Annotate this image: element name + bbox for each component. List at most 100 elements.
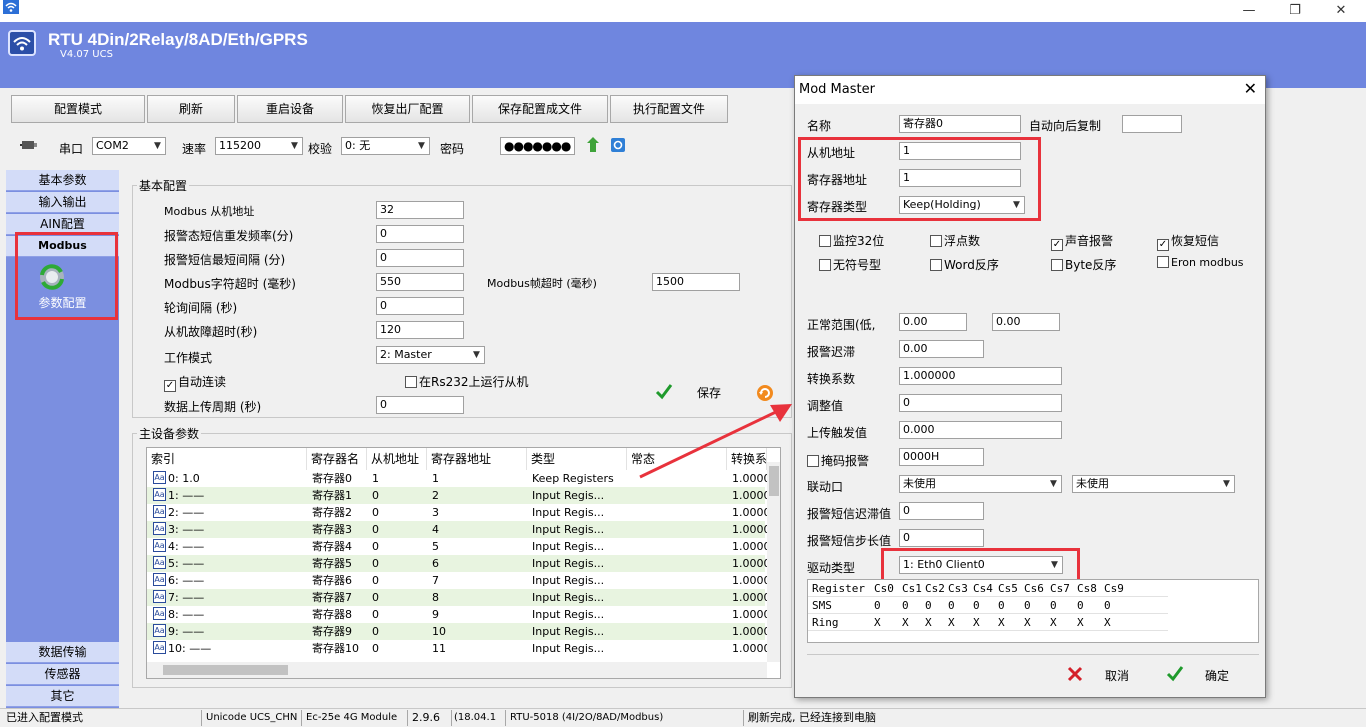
ok-icon[interactable] (1166, 664, 1184, 685)
grid-cell[interactable]: X (1024, 616, 1031, 629)
poll-interval-input[interactable]: 0 (376, 297, 464, 315)
col-slave-addr-header[interactable]: 从机地址 (367, 448, 427, 470)
nav-other[interactable]: 其它 (6, 686, 119, 707)
normal-high-input[interactable]: 0.00 (992, 313, 1060, 331)
eron-modbus-checkbox[interactable]: Eron modbus (1157, 256, 1244, 269)
grid-cell[interactable]: X (948, 616, 955, 629)
slave-fault-input[interactable]: 120 (376, 321, 464, 339)
table-row[interactable]: Aa 1: —— 寄存器1 0 2 Input Regis... 1.0000 (147, 487, 771, 504)
settings-icon[interactable] (610, 137, 626, 156)
name-input[interactable]: 寄存器0 (899, 115, 1021, 133)
table-cell-text: 寄存器8 (312, 608, 352, 621)
password-input[interactable]: ●●●●●●● (500, 137, 575, 155)
grid-cell[interactable]: X (998, 616, 1005, 629)
sound-alarm-checkbox[interactable]: ✓ 声音报警 (1051, 232, 1113, 251)
connect-arrow-icon[interactable] (586, 136, 602, 157)
save-config-file-button[interactable]: 保存配置成文件 (472, 95, 608, 123)
grid-cell[interactable]: 0 (1077, 599, 1084, 612)
nav-data-transfer[interactable]: 数据传输 (6, 642, 119, 663)
table-row[interactable]: Aa 3: —— 寄存器3 0 4 Input Regis... 1.0000 (147, 521, 771, 538)
unsigned-checkbox[interactable]: 无符号型 (819, 256, 881, 273)
grid-cell[interactable]: X (902, 616, 909, 629)
grid-cell[interactable]: Ring (812, 616, 839, 629)
monitor32-checkbox[interactable]: 监控32位 (819, 232, 884, 249)
mask-alarm-checkbox[interactable]: 掩码报警 (807, 452, 869, 469)
grid-cell[interactable]: 0 (874, 599, 881, 612)
auto-connect-checkbox[interactable]: ✓ 自动连读 (164, 373, 226, 392)
alarm-min-interval-input[interactable]: 0 (376, 249, 464, 267)
table-cell-text: 6: —— (168, 574, 205, 587)
conv-coef-input[interactable]: 1.000000 (899, 367, 1062, 385)
dialog-close-icon[interactable]: ✕ (1244, 79, 1257, 98)
grid-cell[interactable]: X (1050, 616, 1057, 629)
work-mode-select[interactable]: 2: Master ▼ (376, 346, 485, 364)
restore-button[interactable]: ❐ (1272, 0, 1318, 22)
grid-cell[interactable]: 0 (1050, 599, 1057, 612)
byte-reverse-checkbox[interactable]: Byte反序 (1051, 256, 1116, 273)
alarm-delay-input[interactable]: 0.00 (899, 340, 984, 358)
mask-alarm-input[interactable]: 0000H (899, 448, 984, 466)
nav-sensor[interactable]: 传感器 (6, 664, 119, 685)
nav-basic-params[interactable]: 基本参数 (6, 170, 119, 191)
close-button[interactable]: ✕ (1318, 0, 1364, 22)
table-row[interactable]: Aa 4: —— 寄存器4 0 5 Input Regis... 1.0000 (147, 538, 771, 555)
factory-reset-button[interactable]: 恢复出厂配置 (345, 95, 470, 123)
table-row[interactable]: Aa 10: —— 寄存器10 0 11 Input Regis... 1.0000 (147, 640, 771, 657)
grid-cell[interactable]: X (874, 616, 881, 629)
config-mode-button[interactable]: 配置模式 (11, 95, 145, 123)
cancel-button[interactable]: 取消 (1105, 667, 1129, 684)
col-reg-addr-header[interactable]: 寄存器地址 (427, 448, 527, 470)
grid-cell[interactable]: X (1104, 616, 1111, 629)
nav-io[interactable]: 输入输出 (6, 192, 119, 213)
grid-cell[interactable]: 0 (1104, 599, 1111, 612)
word-reverse-checkbox[interactable]: Word反序 (930, 256, 999, 273)
upload-period-input[interactable]: 0 (376, 396, 464, 414)
char-timeout-input[interactable]: 550 (376, 273, 464, 291)
link-port-select-2[interactable]: 未使用 ▼ (1072, 475, 1235, 493)
rs232-slave-checkbox[interactable]: 在Rs232上运行从机 (405, 373, 529, 390)
minimize-button[interactable]: — (1226, 0, 1272, 22)
table-row[interactable]: Aa 7: —— 寄存器7 0 8 Input Regis... 1.0000 (147, 589, 771, 606)
ok-button[interactable]: 确定 (1205, 667, 1229, 684)
col-type-header[interactable]: 类型 (527, 448, 627, 470)
parity-select[interactable]: 0: 无 ▼ (341, 137, 430, 155)
float-checkbox[interactable]: 浮点数 (930, 232, 980, 249)
grid-cell[interactable]: 0 (902, 599, 909, 612)
refresh-button[interactable]: 刷新 (147, 95, 235, 123)
table-row[interactable]: Aa 6: —— 寄存器6 0 7 Input Regis... 1.0000 (147, 572, 771, 589)
table-row[interactable]: Aa 5: —— 寄存器5 0 6 Input Regis... 1.0000 (147, 555, 771, 572)
grid-cell[interactable]: X (925, 616, 932, 629)
slave-addr-input[interactable]: 32 (376, 201, 464, 219)
restore-sms-checkbox[interactable]: ✓ 恢复短信 (1157, 232, 1219, 251)
baud-select[interactable]: 115200 ▼ (215, 137, 303, 155)
grid-cell[interactable]: 0 (948, 599, 955, 612)
normal-low-input[interactable]: 0.00 (899, 313, 967, 331)
table-row[interactable]: Aa 8: —— 寄存器8 0 9 Input Regis... 1.0000 (147, 606, 771, 623)
sms-delay-input[interactable]: 0 (899, 502, 984, 520)
col-reg-name-header[interactable]: 寄存器名 (307, 448, 367, 470)
table-vscrollbar[interactable] (767, 462, 780, 662)
grid-cell[interactable]: SMS (812, 599, 832, 612)
grid-cell[interactable]: 0 (998, 599, 1005, 612)
alarm-resend-input[interactable]: 0 (376, 225, 464, 243)
restart-device-button[interactable]: 重启设备 (237, 95, 343, 123)
run-config-file-button[interactable]: 执行配置文件 (610, 95, 728, 123)
grid-cell[interactable]: 0 (973, 599, 980, 612)
grid-cell[interactable]: X (973, 616, 980, 629)
table-hscrollbar[interactable] (147, 662, 767, 678)
adjust-input[interactable]: 0 (899, 394, 1062, 412)
sms-step-input[interactable]: 0 (899, 529, 984, 547)
col-index-header[interactable]: 索引 (147, 448, 307, 470)
frame-timeout-input[interactable]: 1500 (652, 273, 740, 291)
table-row[interactable]: Aa 9: —— 寄存器9 0 10 Input Regis... 1.0000 (147, 623, 771, 640)
hscroll-thumb[interactable] (163, 665, 288, 675)
port-select[interactable]: COM2 ▼ (92, 137, 166, 155)
cancel-icon[interactable] (1067, 666, 1083, 685)
table-row[interactable]: Aa 2: —— 寄存器2 0 3 Input Regis... 1.0000 (147, 504, 771, 521)
auto-copy-input[interactable] (1122, 115, 1182, 133)
grid-cell[interactable]: X (1077, 616, 1084, 629)
link-port-select-1[interactable]: 未使用 ▼ (899, 475, 1062, 493)
upload-trigger-input[interactable]: 0.000 (899, 421, 1062, 439)
grid-cell[interactable]: 0 (925, 599, 932, 612)
grid-cell[interactable]: 0 (1024, 599, 1031, 612)
